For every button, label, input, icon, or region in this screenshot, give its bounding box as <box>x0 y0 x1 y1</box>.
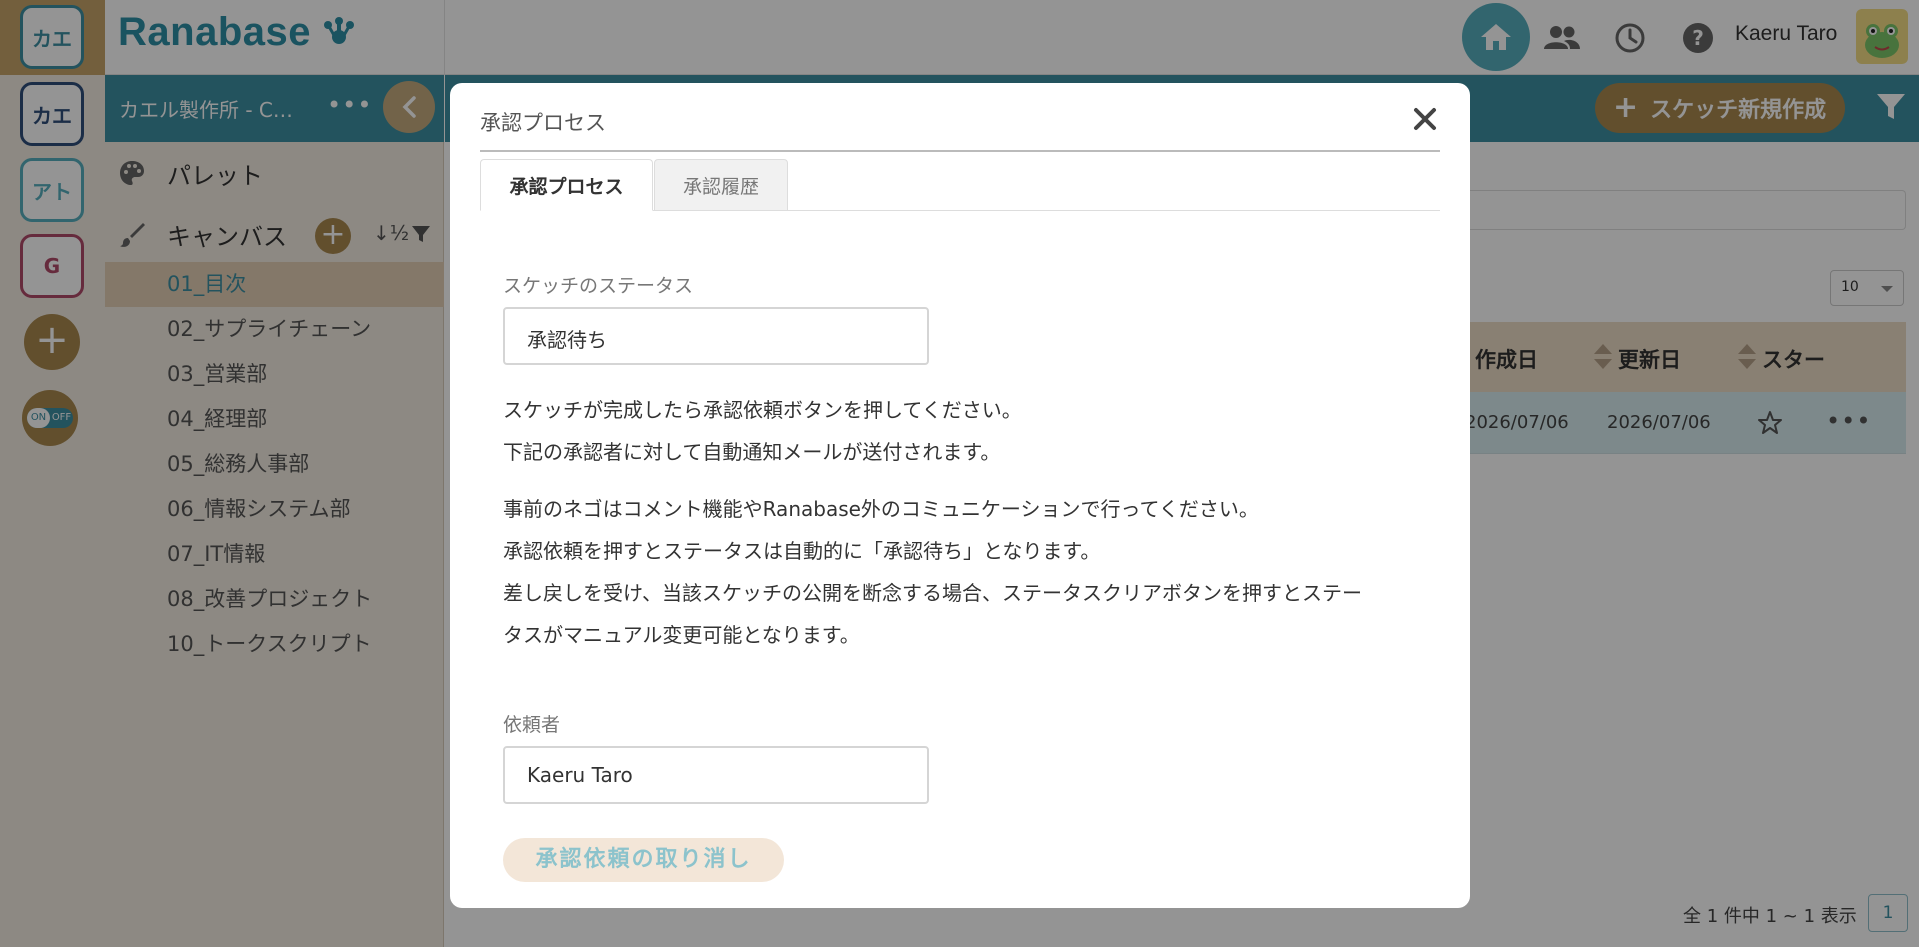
instruction-line: 差し戻しを受け、当該スケッチの公開を断念する場合、ステータスクリアボタンを押すと… <box>503 581 1362 605</box>
requester-field: Kaeru Taro <box>503 746 929 804</box>
tab-approval-history[interactable]: 承認履歴 <box>654 159 788 211</box>
status-label: スケッチのステータス <box>503 275 694 297</box>
tab-approval-process[interactable]: 承認プロセス <box>480 159 653 211</box>
instructions-paragraph-1: スケッチが完成したら承認依頼ボタンを押してください。 下記の承認者に対して自動通… <box>503 389 1433 473</box>
status-field: 承認待ち <box>503 307 929 365</box>
instruction-line: 承認依頼を押すとステータスは自動的に「承認待ち」となります。 <box>503 539 1101 563</box>
approval-process-modal: 承認プロセス 承認プロセス 承認履歴 スケッチのステータス 承認待ち スケッチが… <box>450 83 1470 908</box>
instruction-line: スケッチが完成したら承認依頼ボタンを押してください。 <box>503 398 1022 422</box>
instruction-line: 下記の承認者に対して自動通知メールが送付されます。 <box>503 440 1001 464</box>
instructions-paragraph-2: 事前のネゴはコメント機能やRanabase外のコミュニケーションで行ってください… <box>503 488 1433 656</box>
instruction-line: 事前のネゴはコメント機能やRanabase外のコミュニケーションで行ってください… <box>503 497 1259 521</box>
modal-title: 承認プロセス <box>480 111 606 135</box>
close-icon <box>1414 108 1436 130</box>
modal-tabs: 承認プロセス 承認履歴 <box>480 159 1440 211</box>
tab-label: 承認プロセス <box>509 175 624 198</box>
modal-divider <box>480 150 1440 152</box>
tab-label: 承認履歴 <box>682 175 759 198</box>
cancel-approval-request-button[interactable]: 承認依頼の取り消し <box>503 838 784 882</box>
instruction-line: タスがマニュアル変更可能となります。 <box>503 623 860 647</box>
close-button[interactable] <box>1405 99 1445 139</box>
requester-label: 依頼者 <box>503 714 561 736</box>
